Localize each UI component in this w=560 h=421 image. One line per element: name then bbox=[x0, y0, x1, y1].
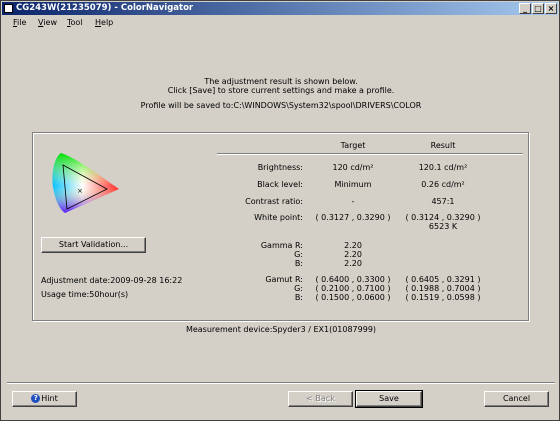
gamma-b-label: B: bbox=[294, 259, 303, 268]
gamut-g-target: ( 0.2100 , 0.7100 ) bbox=[315, 284, 391, 293]
close-button[interactable]: × bbox=[545, 3, 557, 14]
white-point-target: ( 0.3127 , 0.3290 ) bbox=[315, 213, 391, 222]
brightness-target: 120 cd/m² bbox=[332, 163, 374, 172]
maximize-button[interactable]: □ bbox=[532, 3, 544, 14]
intro-line-2: Click [Save] to store current settings a… bbox=[167, 86, 395, 95]
col-result-header: Result bbox=[430, 141, 456, 150]
app-icon bbox=[4, 4, 13, 13]
measurement-device: Measurement device:Spyder3 / EX1(0108799… bbox=[185, 325, 377, 334]
window-title: CG243W(21235079) - ColorNavigator bbox=[16, 3, 194, 13]
title-bar[interactable]: CG243W(21235079) - ColorNavigator _ □ × bbox=[2, 2, 558, 15]
white-point-label: White point: bbox=[254, 213, 303, 222]
brightness-result: 120.1 cd/m² bbox=[418, 163, 468, 172]
white-point-marker: × bbox=[77, 187, 83, 195]
brightness-label: Brightness: bbox=[257, 163, 303, 172]
black-level-label: Black level: bbox=[257, 180, 303, 189]
white-point-result: ( 0.3124 , 0.3290 ) bbox=[405, 213, 481, 222]
minimize-button[interactable]: _ bbox=[519, 3, 531, 14]
contrast-result: 457:1 bbox=[431, 197, 455, 206]
menu-tool[interactable]: Tool bbox=[67, 18, 83, 27]
usage-time: Usage time:50hour(s) bbox=[41, 290, 129, 299]
gamut-b-label: B: bbox=[294, 293, 303, 302]
hint-icon: ? bbox=[31, 394, 41, 403]
intro-line-1: The adjustment result is shown below. bbox=[204, 77, 358, 86]
contrast-target: - bbox=[351, 197, 355, 206]
save-button[interactable]: Save bbox=[355, 390, 423, 408]
back-button[interactable]: < Back bbox=[288, 391, 353, 407]
menu-view[interactable]: View bbox=[38, 18, 57, 27]
gamut-g-label: G: bbox=[294, 284, 303, 293]
results-panel: × Start Validation... Adjustment date:20… bbox=[32, 132, 529, 321]
menu-help[interactable]: Help bbox=[95, 18, 113, 27]
black-level-result: 0.26 cd/m² bbox=[421, 180, 465, 189]
profile-path: Profile will be saved to:C:\WINDOWS\Syst… bbox=[140, 101, 422, 110]
header-divider bbox=[217, 153, 523, 155]
black-level-target: Minimum bbox=[334, 180, 372, 189]
adjustment-date: Adjustment date:2009-09-28 16:22 bbox=[41, 276, 183, 285]
gamut-r-target: ( 0.6400 , 0.3300 ) bbox=[315, 275, 391, 284]
menu-file-label: ile bbox=[17, 18, 27, 27]
start-validation-button[interactable]: Start Validation... bbox=[41, 237, 146, 253]
col-target-header: Target bbox=[340, 141, 366, 150]
cancel-button[interactable]: Cancel bbox=[484, 391, 549, 407]
colornavigator-window: CG243W(21235079) - ColorNavigator _ □ × … bbox=[0, 0, 560, 421]
gamma-g-value: 2.20 bbox=[344, 250, 362, 259]
gamut-b-target: ( 0.1500 , 0.0600 ) bbox=[315, 293, 391, 302]
gamma-b-value: 2.20 bbox=[344, 259, 362, 268]
hint-button[interactable]: ? Hint bbox=[12, 391, 77, 407]
gamut-r-label: Gamut R: bbox=[265, 275, 303, 284]
gamut-r-result: ( 0.6405 , 0.3291 ) bbox=[405, 275, 481, 284]
white-point-temperature: 6523 K bbox=[428, 222, 458, 231]
chromaticity-diagram: × bbox=[52, 153, 120, 213]
gamut-b-result: ( 0.1519 , 0.0598 ) bbox=[405, 293, 481, 302]
menu-file[interactable]: File bbox=[13, 18, 26, 27]
gamut-g-result: ( 0.1988 , 0.7004 ) bbox=[405, 284, 481, 293]
gamma-r-label: Gamma R: bbox=[260, 241, 303, 250]
gamma-g-label: G: bbox=[294, 250, 303, 259]
gamma-r-value: 2.20 bbox=[344, 241, 362, 250]
footer-divider bbox=[7, 382, 555, 384]
contrast-label: Contrast ratio: bbox=[245, 197, 303, 206]
